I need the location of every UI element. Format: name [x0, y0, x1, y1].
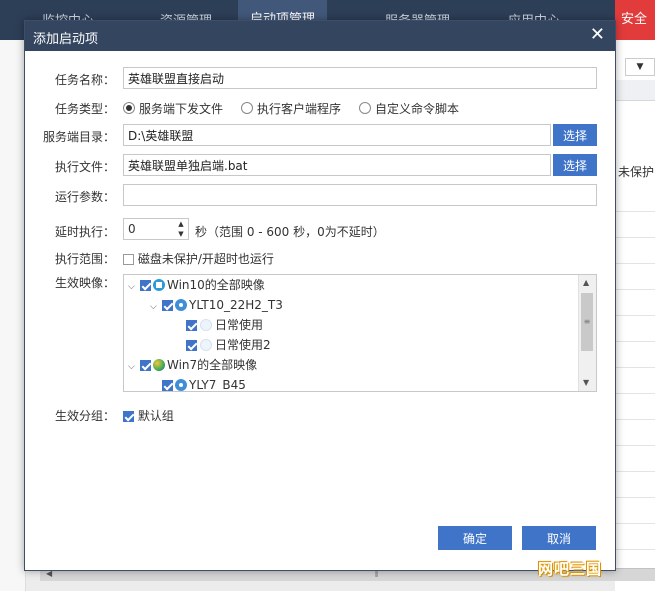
radio-checked-icon — [123, 102, 135, 114]
bg-row — [615, 471, 655, 498]
radio-custom-script[interactable]: 自定义命令脚本 — [359, 100, 459, 117]
delay-hint: 秒（范围 0 - 600 秒，0为不延时） — [195, 225, 385, 239]
bg-row — [615, 211, 655, 238]
delay-stepper[interactable]: 0 ▲ ▼ — [123, 218, 189, 240]
close-icon[interactable]: ✕ — [590, 25, 605, 45]
checkbox-checked-icon[interactable] — [162, 380, 173, 391]
checkbox-checked-icon[interactable] — [162, 300, 173, 311]
tree-node[interactable]: ⌵ YLT10_22H2_T3 — [150, 296, 283, 314]
bg-dropdown[interactable]: ▼ — [625, 58, 655, 76]
dialog-title: 添加启动项 — [33, 32, 99, 47]
run-params-input[interactable] — [123, 184, 597, 206]
server-dir-input[interactable]: D:\英雄联盟 — [123, 124, 551, 146]
scroll-thumb[interactable]: ≡ — [581, 293, 593, 351]
cancel-button[interactable]: 取消 — [522, 526, 596, 550]
bg-left-panel — [0, 40, 26, 591]
bg-partial-status: 未保护 — [618, 165, 655, 179]
tree-node-label: 日常使用2 — [215, 338, 271, 352]
tree-node-label: YLY7_B45 — [189, 378, 246, 392]
server-dir-label: 服务端目录： — [42, 130, 115, 144]
disc-icon — [175, 299, 187, 311]
expand-arrow-icon[interactable]: ⌵ — [150, 298, 162, 316]
stepper-arrows-icon[interactable]: ▲ ▼ — [174, 219, 188, 239]
delay-value: 0 — [128, 222, 136, 236]
bg-row — [615, 419, 655, 446]
radio-unchecked-icon — [241, 102, 253, 114]
tree-node-label: YLT10_22H2_T3 — [189, 298, 283, 312]
tree-node-label: Win7的全部映像 — [167, 358, 258, 372]
scroll-down-icon[interactable]: ▼ — [583, 378, 589, 387]
tree-node[interactable]: ⌵ Win7的全部映像 — [128, 356, 257, 374]
radio-custom-script-label: 自定义命令脚本 — [375, 102, 460, 116]
snapshot-icon — [200, 319, 212, 331]
bg-right-panel: ▼ 未保护 — [615, 40, 655, 591]
tree-node[interactable]: 日常使用2 — [186, 336, 271, 354]
delay-label: 延时执行： — [54, 225, 115, 239]
run-params-label: 运行参数： — [54, 190, 115, 204]
task-name-input[interactable]: 英雄联盟直接启动 — [123, 67, 597, 89]
checkbox-checked-icon[interactable] — [140, 360, 151, 371]
bg-row — [615, 289, 655, 316]
images-tree[interactable]: ⌵ Win10的全部映像 ⌵ YLT10_22H2_T3 日常使用 日常使用2 ⌵ W… — [123, 274, 597, 392]
group-label: 生效分组： — [54, 409, 115, 423]
dialog-titlebar: 添加启动项 ✕ — [25, 21, 615, 51]
watermark-logo: 网吧三国 — [538, 560, 603, 578]
checkbox-checked-icon[interactable] — [186, 340, 197, 351]
task-type-label: 任务类型： — [54, 102, 115, 116]
tree-node-label: Win10的全部映像 — [167, 278, 265, 292]
radio-client-program[interactable]: 执行客户端程序 — [241, 100, 341, 117]
checkbox-checked-icon — [123, 411, 134, 422]
tree-node[interactable]: ⌵ Win10的全部映像 — [128, 276, 265, 294]
bg-row — [615, 263, 655, 290]
tree-node[interactable]: 日常使用 — [186, 316, 263, 334]
bg-row — [615, 445, 655, 472]
group-checkbox-label: 默认组 — [137, 409, 174, 423]
ok-button[interactable]: 确定 — [438, 526, 512, 550]
expand-arrow-icon[interactable]: ⌵ — [128, 278, 140, 296]
bg-row — [615, 237, 655, 264]
bg-row — [615, 315, 655, 342]
tree-node[interactable]: YLY7_B45 — [162, 376, 246, 392]
windows10-icon — [153, 279, 165, 291]
server-dir-select-button[interactable]: 选择 — [553, 124, 597, 146]
add-startup-dialog: 添加启动项 ✕ 任务名称： 英雄联盟直接启动 任务类型： 服务端下发文件 执行客… — [24, 20, 616, 571]
windows7-icon — [153, 359, 165, 371]
snapshot-icon — [200, 339, 212, 351]
tree-node-label: 日常使用 — [215, 318, 264, 332]
radio-server-file[interactable]: 服务端下发文件 — [123, 100, 223, 117]
bg-row — [615, 367, 655, 394]
safe-tab[interactable]: 安全 — [614, 0, 655, 40]
disc-icon — [175, 379, 187, 391]
checkbox-checked-icon[interactable] — [140, 280, 151, 291]
exec-scope-label: 执行范围： — [54, 252, 115, 266]
checkbox-unchecked-icon — [123, 254, 134, 265]
radio-server-file-label: 服务端下发文件 — [139, 102, 224, 116]
radio-unchecked-icon — [359, 102, 371, 114]
task-name-label: 任务名称： — [54, 73, 115, 87]
checkbox-checked-icon[interactable] — [186, 320, 197, 331]
group-checkbox[interactable]: 默认组 — [123, 407, 174, 424]
bg-row — [615, 341, 655, 368]
bg-row — [615, 185, 655, 212]
expand-arrow-icon[interactable]: ⌵ — [128, 358, 140, 376]
bg-table-header — [615, 80, 655, 101]
tree-vertical-scrollbar[interactable]: ▲ ≡ ▼ — [578, 275, 596, 391]
bg-row — [615, 497, 655, 524]
exec-scope-checkbox-label: 磁盘未保护/开超时也运行 — [137, 252, 274, 266]
bg-row — [615, 393, 655, 420]
scroll-thumb[interactable]: ⦀ — [375, 570, 385, 579]
bg-row — [615, 523, 655, 550]
scroll-up-icon[interactable]: ▲ — [583, 278, 589, 287]
images-label: 生效映像： — [54, 276, 115, 290]
radio-client-program-label: 执行客户端程序 — [257, 102, 342, 116]
exec-file-input[interactable]: 英雄联盟单独启端.bat — [123, 154, 551, 176]
exec-file-label: 执行文件： — [54, 160, 115, 174]
exec-scope-checkbox[interactable]: 磁盘未保护/开超时也运行 — [123, 250, 274, 267]
exec-file-select-button[interactable]: 选择 — [553, 154, 597, 176]
